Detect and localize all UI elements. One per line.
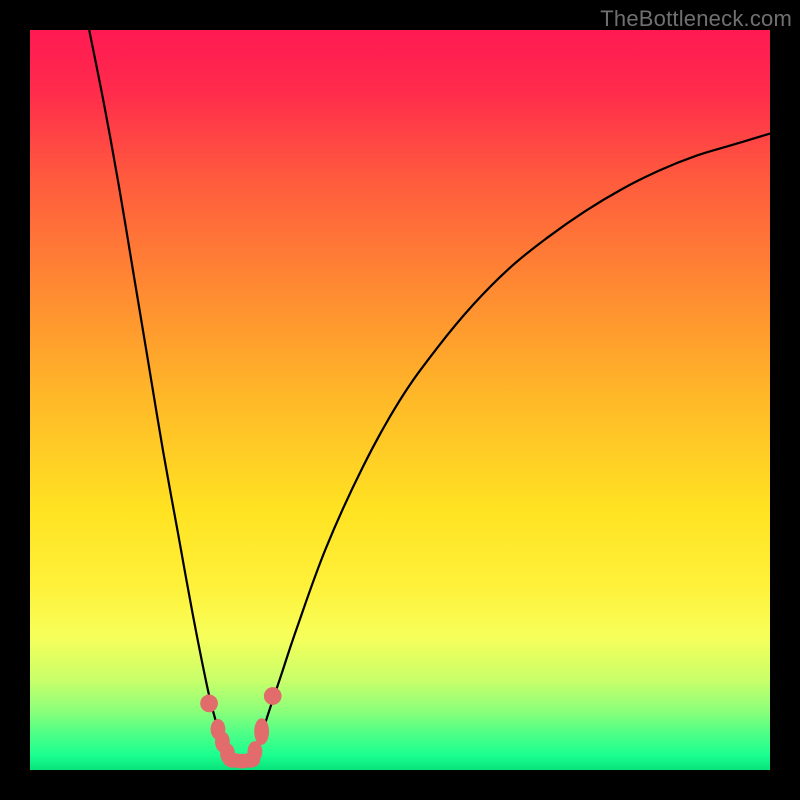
chart-frame: TheBottleneck.com [0,0,800,800]
bottleneck-curve [30,30,770,770]
curve-right-branch [252,134,770,759]
plot-area [30,30,770,770]
watermark-text: TheBottleneck.com [600,6,792,32]
markers-group [200,687,281,768]
marker-point [200,695,218,713]
marker-point [254,718,269,745]
curve-left-branch [89,30,230,759]
marker-point [264,687,282,705]
